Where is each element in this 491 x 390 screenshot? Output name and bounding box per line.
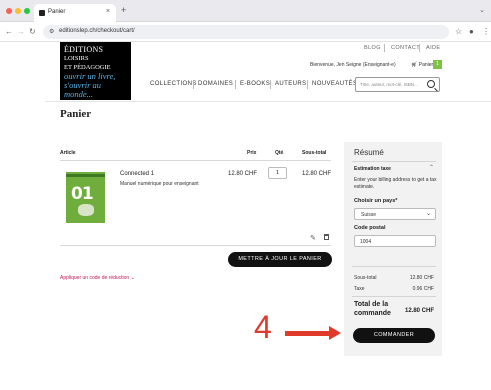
table-divider (60, 160, 331, 161)
column-header-article: Article (60, 150, 76, 156)
url-text[interactable]: editionslep.ch/checkout/cart/ (59, 28, 135, 34)
minimize-window-button[interactable] (15, 8, 21, 14)
trash-icon[interactable] (324, 234, 329, 240)
cover-number: 01 (71, 184, 94, 204)
blog-link[interactable]: BLOG (364, 45, 381, 51)
search-input[interactable]: Titre, auteur, mot-clé, ISBN... (355, 77, 440, 92)
search-icon[interactable] (427, 80, 435, 88)
zip-label: Code postal (354, 225, 386, 231)
order-total-value: 12.80 CHF (404, 308, 434, 314)
profile-icon[interactable]: ● (469, 27, 474, 36)
product-subtitle: Manuel numérique pour enseignant (120, 181, 199, 187)
header-divider (45, 101, 491, 102)
cart-label: Panier (418, 62, 434, 68)
coupon-label: Appliquer un code de réduction (60, 275, 130, 281)
subtotal-value: 12.80 CHF (409, 275, 434, 281)
tax-value: 0.96 CHF (412, 286, 434, 292)
browser-menu-icon[interactable]: ⋮ (482, 27, 490, 36)
tab-bar: Panier × + ⌄ (0, 0, 491, 22)
arrow-head (329, 326, 341, 340)
arrow-right-icon (285, 331, 331, 336)
nav-ebooks[interactable]: E-BOOKS (240, 81, 270, 87)
country-label: Choisir un pays* (354, 198, 398, 204)
tax-estimate-description: Enter your billing address to get a tax … (354, 177, 437, 190)
chevron-down-icon: ⌄ (425, 211, 431, 217)
update-cart-button[interactable]: METTRE À JOUR LE PANIER (228, 252, 332, 267)
search-placeholder: Titre, auteur, mot-clé, ISBN... (360, 82, 418, 87)
chevron-up-icon[interactable]: ⌃ (429, 164, 434, 171)
zip-value: 1004 (360, 239, 372, 245)
new-tab-icon[interactable]: + (121, 5, 126, 15)
summary-divider (352, 266, 436, 267)
product-price: 12.80 CHF (228, 171, 258, 177)
column-header-subtotal: Sous-total (302, 150, 327, 156)
country-value: Suisse (361, 212, 377, 218)
cover-band (66, 174, 105, 177)
chevron-down-icon: ⌄ (130, 275, 135, 281)
coupon-toggle[interactable]: Appliquer un code de réduction ⌄ (60, 275, 135, 281)
step-number-annotation: 4 (254, 309, 272, 345)
quantity-input[interactable]: 1 (268, 167, 287, 179)
top-link-separator (419, 44, 420, 52)
logo-line-1: ÉDITIONS (64, 45, 104, 54)
tax-estimate-toggle[interactable]: Estimation taxe (354, 166, 391, 172)
nav-separator (307, 80, 308, 89)
product-subtotal: 12.80 CHF (302, 171, 332, 177)
page-title: Panier (60, 108, 92, 120)
site-info-icon[interactable]: ⚙ (49, 28, 54, 35)
tax-label: Taxe (354, 286, 365, 292)
zip-input[interactable]: 1004 (354, 235, 436, 247)
cover-illustration (78, 204, 94, 216)
cart-icon: 🛒︎ (411, 62, 418, 68)
bookmark-star-icon[interactable]: ☆ (455, 27, 462, 36)
edit-pencil-icon[interactable]: ✎ (310, 234, 316, 242)
nav-separator (235, 80, 236, 89)
summary-divider (352, 296, 436, 297)
product-thumbnail[interactable]: 01 (66, 172, 105, 223)
cart-link[interactable]: 🛒︎ Panier (411, 62, 433, 68)
logo-slogan: ouvrir un livre, s'ouvrir au monde... (64, 71, 116, 99)
nav-auteurs[interactable]: AUTEURS (275, 81, 306, 87)
top-link-separator (384, 44, 385, 52)
summary-title: Résumé (354, 148, 384, 157)
help-link[interactable]: AIDE (426, 45, 440, 51)
close-window-button[interactable] (6, 8, 12, 14)
site-logo[interactable]: ÉDITIONS LOISIRS ET PÉDAGOGIE ouvrir un … (60, 42, 131, 100)
logo-line-2: LOISIRS (64, 55, 89, 62)
checkout-button[interactable]: COMMANDER (353, 328, 435, 343)
column-header-qty: Qté (275, 150, 284, 156)
browser-window: Panier × + ⌄ ← → ↻ ⚙ editionslep.ch/chec… (0, 0, 491, 390)
nav-domaines[interactable]: DOMAINES (198, 81, 233, 87)
close-tab-icon[interactable]: × (106, 8, 110, 15)
product-name[interactable]: Connected 1 (120, 171, 154, 177)
country-select[interactable]: Suisse ⌄ (354, 208, 436, 220)
nav-collections[interactable]: COLLECTIONS (150, 81, 197, 87)
forward-arrow-icon[interactable]: → (17, 27, 25, 36)
address-toolbar: ← → ↻ ⚙ editionslep.ch/checkout/cart/ ☆ … (0, 22, 491, 42)
maximize-window-button[interactable] (24, 8, 30, 14)
table-divider (60, 245, 331, 246)
welcome-user-menu[interactable]: Bienvenue, Jen Seigne (Enseignant-e) (310, 62, 396, 68)
address-bar[interactable]: ⚙ editionslep.ch/checkout/cart/ (43, 25, 449, 39)
order-total-label: Total de la commande (354, 301, 391, 317)
order-summary-panel: Résumé Estimation taxe ⌃ Enter your bill… (344, 142, 442, 356)
tab-title: Panier (48, 9, 66, 15)
nav-separator (193, 80, 194, 89)
back-arrow-icon[interactable]: ← (5, 27, 13, 36)
nav-separator (270, 80, 271, 89)
favicon-icon (39, 10, 45, 16)
summary-divider (352, 161, 436, 162)
tab-list-chevron-icon[interactable]: ⌄ (479, 6, 485, 14)
subtotal-label: Sous-total (354, 275, 377, 281)
reload-icon[interactable]: ↻ (29, 27, 36, 36)
logo-line-3: ET PÉDAGOGIE (64, 64, 111, 71)
browser-tab[interactable]: Panier × (34, 4, 116, 22)
nav-nouveautes[interactable]: NOUVEAUTÉS (312, 81, 357, 87)
cart-count-badge[interactable]: 1 (433, 60, 442, 69)
contact-link[interactable]: CONTACT (391, 45, 420, 51)
column-header-price: Prix (247, 150, 257, 156)
